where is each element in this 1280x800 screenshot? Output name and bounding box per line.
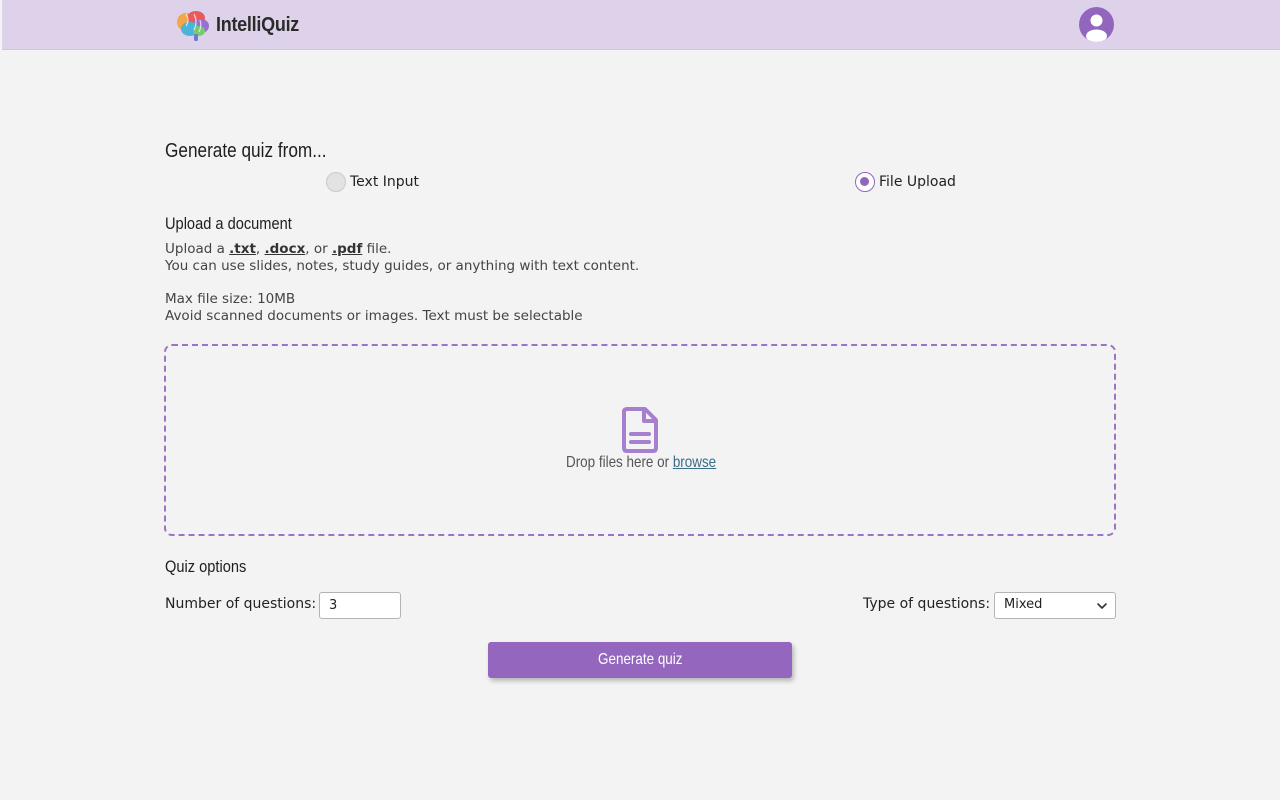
upload-formats-text: Upload a .txt, .docx, or .pdf file.	[165, 241, 391, 258]
source-heading: Generate quiz from...	[165, 140, 327, 162]
file-upload-option[interactable]: File Upload	[855, 170, 956, 194]
question-type-value: Mixed	[1004, 597, 1043, 612]
app-logo[interactable]: IntelliQuiz	[174, 8, 308, 42]
chevron-down-icon	[1097, 603, 1107, 609]
scanned-docs-note: Avoid scanned documents or images. Text …	[165, 308, 583, 324]
formats-prefix: Upload a	[165, 241, 230, 257]
ext-pdf: .pdf	[331, 241, 363, 257]
max-file-size-text: Max file size: 10MB	[165, 291, 296, 307]
num-questions-input[interactable]	[319, 592, 401, 619]
brain-icon	[177, 11, 209, 41]
dropzone-prompt-text: Drop files here or	[566, 454, 673, 471]
upload-hint-text: You can use slides, notes, study guides,…	[165, 258, 640, 274]
user-avatar-button[interactable]	[1079, 7, 1114, 42]
ext-txt: .txt	[229, 241, 256, 257]
generate-quiz-label: Generate quiz	[597, 651, 683, 668]
browse-link[interactable]: browse	[673, 454, 716, 471]
user-avatar-icon	[1086, 14, 1107, 42]
dropzone-prompt: Drop files here or browse	[566, 454, 716, 472]
num-questions-label: Number of questions:	[165, 596, 317, 612]
question-type-select[interactable]: Mixed	[994, 592, 1116, 619]
app-name: IntelliQuiz	[216, 13, 300, 36]
text-input-option[interactable]: Text Input	[326, 170, 419, 194]
file-upload-label[interactable]: File Upload	[879, 174, 956, 190]
formats-separator-or: , or	[305, 241, 332, 257]
document-icon	[622, 407, 658, 453]
text-input-radio[interactable]	[326, 172, 346, 192]
question-type-label: Type of questions:	[863, 596, 991, 612]
upload-heading: Upload a document	[165, 214, 292, 233]
quiz-options-heading: Quiz options	[165, 557, 247, 576]
top-navigation-bar: IntelliQuiz	[2, 0, 1280, 50]
ext-docx: .docx	[264, 241, 306, 257]
text-input-label[interactable]: Text Input	[350, 174, 419, 190]
formats-suffix: file.	[362, 241, 392, 257]
formats-separator: ,	[255, 241, 265, 257]
file-upload-radio[interactable]	[855, 172, 875, 192]
generate-quiz-button[interactable]: Generate quiz	[488, 642, 792, 678]
